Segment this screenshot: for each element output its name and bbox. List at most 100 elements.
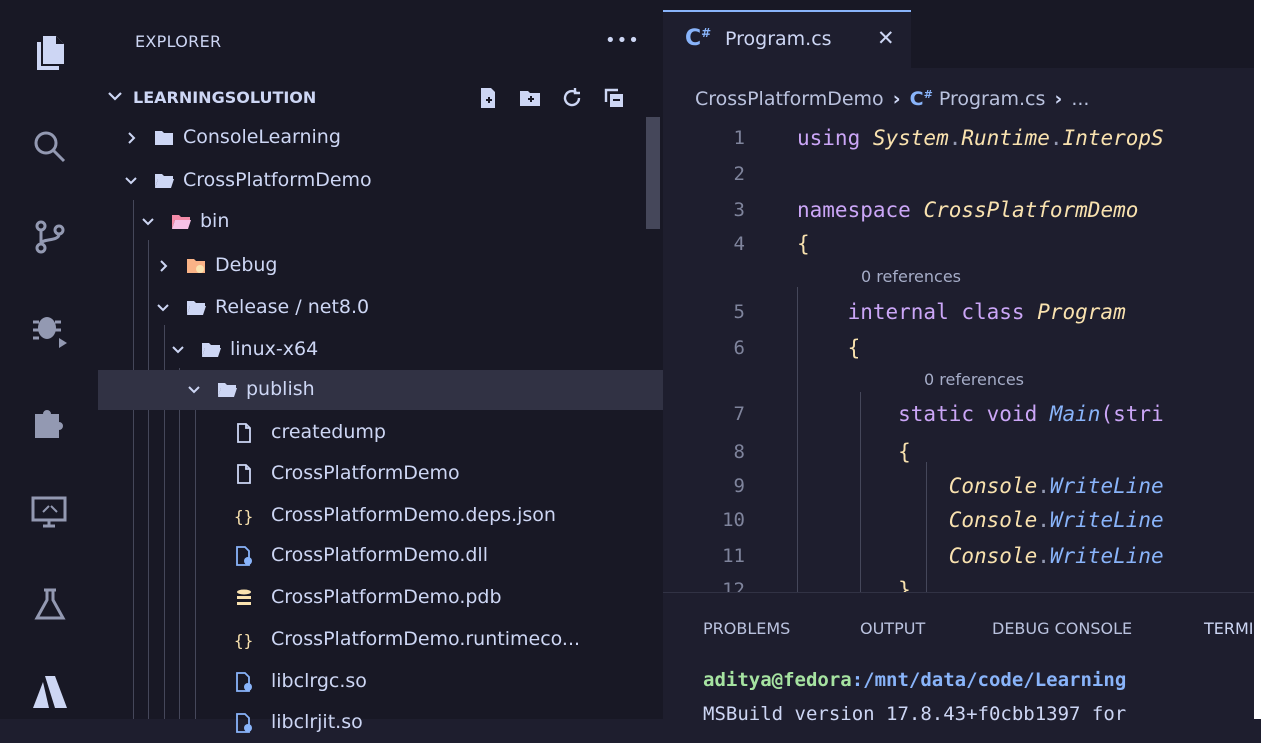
code-token: WriteLine [1049, 508, 1164, 532]
file-icon [233, 422, 255, 444]
code-line: internal class Program [797, 300, 1126, 324]
terminal-user: aditya@fedora [703, 669, 852, 691]
tree-item-label: CrossPlatformDemo.dll [271, 544, 488, 566]
tree-item[interactable]: bin [98, 202, 663, 242]
svg-text:{}: {} [234, 507, 253, 526]
tree-item-label: publish [246, 378, 315, 400]
run-debug-icon[interactable] [29, 306, 71, 348]
tab-debug-console[interactable]: DEBUG CONSOLE [992, 619, 1132, 638]
folder-open-icon [185, 297, 207, 319]
tree-item-label: CrossPlatformDemo [183, 169, 372, 191]
code-token: Console [797, 544, 1038, 568]
tree-item[interactable]: libclrjit.so [98, 703, 663, 743]
refresh-icon[interactable] [560, 86, 584, 110]
extensions-icon[interactable] [29, 400, 71, 442]
tree-item[interactable]: createdump [98, 413, 663, 453]
tab-problems[interactable]: PROBLEMS [703, 619, 790, 638]
code-line: static void Main(stri [797, 402, 1164, 426]
tree-item[interactable]: CrossPlatformDemo.pdb [98, 578, 663, 618]
file-icon [233, 463, 255, 485]
code-token: { [797, 336, 861, 360]
line-number: 10 [722, 509, 745, 531]
more-actions-button[interactable]: ••• [605, 30, 640, 51]
source-control-icon[interactable] [29, 216, 71, 258]
code-line: Console.WriteLine [797, 474, 1164, 498]
tree-item-label: CrossPlatformDemo.runtimeco... [271, 628, 581, 650]
chevron-down-icon[interactable] [123, 172, 139, 188]
breadcrumb: CrossPlatformDemo › C# Program.cs › ... [695, 88, 1089, 110]
folder-debug-icon [185, 255, 207, 277]
code-token: (stri [1100, 402, 1164, 426]
code-line: { [797, 232, 810, 256]
tree-item[interactable]: {} CrossPlatformDemo.deps.json [98, 496, 663, 536]
search-icon[interactable] [29, 126, 71, 168]
terminal-output: MSBuild version 17.8.43+f0cbb1397 for [703, 703, 1127, 725]
line-number: 3 [733, 199, 745, 221]
new-file-icon[interactable] [476, 86, 500, 110]
bottom-panel: PROBLEMS OUTPUT DEBUG CONSOLE TERMINAL a… [663, 592, 1261, 725]
code-token: InteropS [1062, 126, 1164, 150]
codelens-references[interactable]: 0 references [924, 370, 1024, 389]
chevron-down-icon[interactable] [140, 213, 156, 229]
new-folder-icon[interactable] [518, 86, 542, 110]
tree-item-label: linux-x64 [230, 338, 319, 360]
tree-item[interactable]: {} CrossPlatformDemo.runtimeco... [98, 620, 663, 660]
tree-item-label: CrossPlatformDemo.deps.json [271, 504, 556, 526]
tree-item-label: Release / net8.0 [215, 296, 370, 318]
breadcrumb-project[interactable]: CrossPlatformDemo [695, 88, 884, 110]
line-number: 2 [733, 163, 745, 185]
tab-terminal[interactable]: TERMINAL [1204, 619, 1261, 638]
azure-icon[interactable] [29, 670, 71, 712]
csharp-icon: C# [909, 88, 933, 110]
tree-item[interactable]: CrossPlatformDemo [98, 454, 663, 494]
chevron-down-icon[interactable] [170, 341, 186, 357]
tree-item[interactable]: publish [98, 370, 663, 410]
tab-output[interactable]: OUTPUT [860, 619, 925, 638]
dll-icon [233, 545, 255, 567]
code-token: Console [797, 508, 1038, 532]
tree-item-label: CrossPlatformDemo.pdb [271, 586, 502, 608]
codelens-references[interactable]: 0 references [861, 267, 961, 286]
activity-bar [0, 0, 98, 719]
tree-item-label: ConsoleLearning [183, 126, 341, 148]
editor-area: C# Program.cs ✕ CrossPlatformDemo › C# P… [663, 0, 1261, 725]
collapse-all-icon[interactable] [602, 86, 626, 110]
tree-item-label: bin [200, 210, 230, 232]
code-token: internal class [797, 300, 1038, 324]
tab-program-cs[interactable]: C# Program.cs ✕ [663, 10, 911, 70]
tree-item[interactable]: CrossPlatformDemo [98, 161, 663, 201]
chevron-right-icon[interactable] [123, 129, 139, 145]
line-number: 11 [722, 545, 745, 567]
remote-explorer-icon[interactable] [29, 492, 71, 534]
code-token: . [948, 126, 962, 150]
tree-item[interactable]: libclrgc.so [98, 662, 663, 702]
terminal-prompt[interactable]: aditya@fedora:/mnt/data/code/Learning [703, 669, 1126, 691]
dll-icon [233, 671, 255, 693]
testing-icon[interactable] [29, 584, 71, 626]
code-token: . [1049, 126, 1063, 150]
chevron-down-icon [108, 92, 122, 101]
close-icon[interactable]: ✕ [877, 26, 895, 50]
tree-item[interactable]: Release / net8.0 [98, 288, 663, 328]
line-number: 1 [733, 127, 745, 149]
code-editor[interactable]: 0 references 0 references 1 using System.… [663, 122, 1261, 592]
chevron-right-icon[interactable] [155, 257, 171, 273]
tree-item[interactable]: ConsoleLearning [98, 118, 663, 158]
line-number: 9 [733, 475, 745, 497]
breadcrumb-file[interactable]: Program.cs [939, 88, 1046, 110]
breadcrumb-more[interactable]: ... [1071, 88, 1089, 110]
database-icon [233, 587, 255, 609]
sidebar-scrollbar[interactable] [646, 117, 660, 229]
tree-item[interactable]: CrossPlatformDemo.dll [98, 536, 663, 576]
tree-item[interactable]: linux-x64 [98, 330, 663, 370]
chevron-down-icon[interactable] [155, 299, 171, 315]
tree-item-label: CrossPlatformDemo [271, 462, 460, 484]
code-token: System [872, 126, 949, 150]
explorer-icon[interactable] [29, 30, 71, 72]
code-token: Runtime [961, 126, 1050, 150]
folder-icon [153, 127, 175, 149]
tree-item[interactable]: Debug [98, 246, 663, 286]
chevron-down-icon[interactable] [186, 381, 202, 397]
window-right-edge [1254, 0, 1261, 719]
workspace-section-header[interactable]: LEARNINGSOLUTION [106, 84, 661, 112]
